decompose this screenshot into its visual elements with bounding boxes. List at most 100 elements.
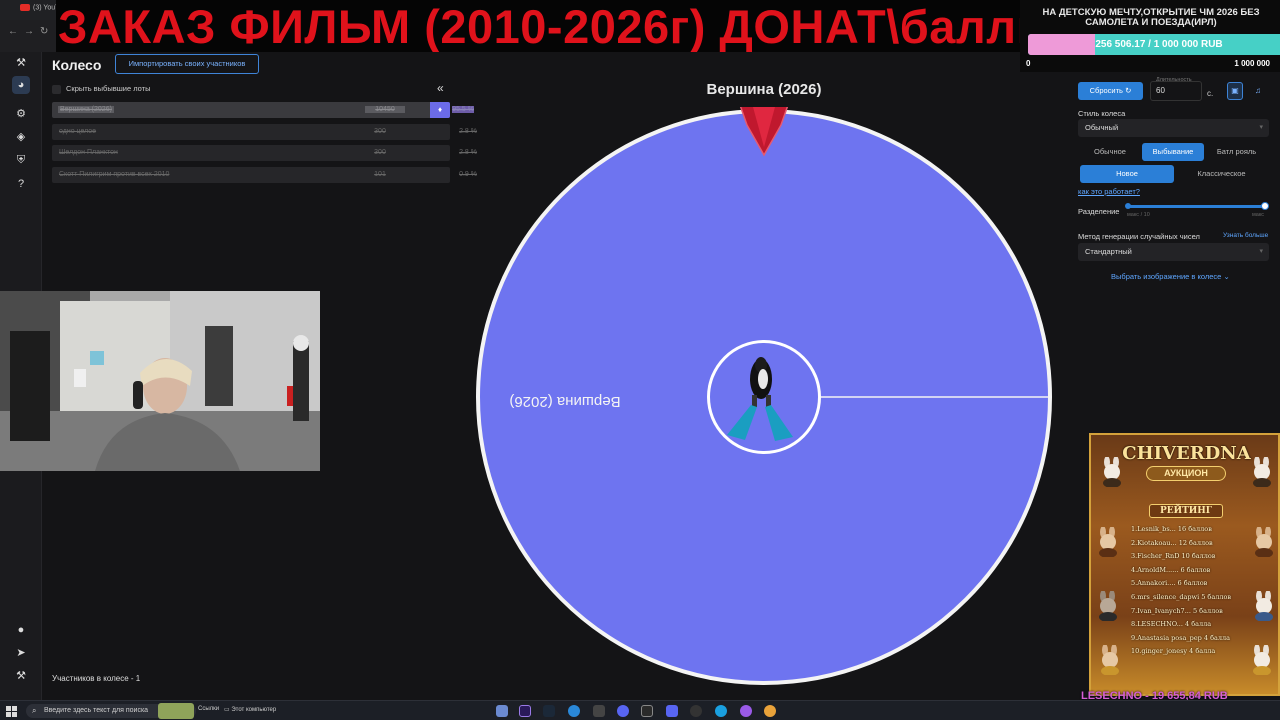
banner-rating-label: РЕЙТИНГ <box>1149 504 1223 518</box>
tab-normal[interactable]: Обычное <box>1078 143 1142 161</box>
chevron-down-icon: ▾ <box>1259 248 1263 255</box>
donation-goal: НА ДЕТСКУЮ МЕЧТУ,ОТКРЫТИЕ ЧМ 2026 БЕЗ СА… <box>1020 0 1280 72</box>
wheel-svg[interactable]: Вершина (2026) <box>475 84 1053 689</box>
lot-row[interactable]: одно целое 300 2.8 % <box>52 124 477 140</box>
bunny-icon <box>1099 527 1117 557</box>
duration-unit: с. <box>1207 89 1214 98</box>
hide-lots-checkbox[interactable] <box>52 84 61 94</box>
windows-start-icon[interactable] <box>6 705 18 717</box>
premiere-icon[interactable] <box>519 705 531 717</box>
chevron-down-icon: ⌄ <box>1223 272 1230 281</box>
mode-tabs: Обычное Выбывание Батл рояль <box>1078 143 1269 161</box>
settings-app-icon[interactable] <box>593 705 605 717</box>
reset-button[interactable]: Сбросить ↻ <box>1078 82 1143 100</box>
webcam-feed <box>0 291 320 471</box>
split-slider-track[interactable] <box>1127 205 1267 208</box>
computer-icon: ▭ <box>224 707 230 713</box>
rating-list: 1.Lesnik_bs... 16 баллов 2.Kiotakoau... … <box>1131 525 1251 661</box>
tab-battle-royale[interactable]: Батл рояль <box>1204 143 1269 161</box>
stream-icon[interactable]: ⚒ <box>12 667 30 685</box>
chrome-icon[interactable] <box>764 705 776 717</box>
rng-label: Метод генерации случайных чисел <box>1078 232 1200 241</box>
lot-action-icon[interactable]: ♦ <box>430 102 450 118</box>
choose-image-label: Выбрать изображение в колесе <box>1111 272 1222 281</box>
wheel-segment-label: Вершина (2026) <box>509 393 620 410</box>
github-icon[interactable]: ● <box>12 621 30 639</box>
telegram-icon[interactable]: ➤ <box>12 644 30 662</box>
choose-image-link[interactable]: Выбрать изображение в колесе ⌄ <box>1111 272 1230 281</box>
lot-name: одно целое <box>59 128 97 135</box>
image-icon[interactable]: ▣ <box>1227 82 1243 100</box>
lot-row[interactable]: Шелдон Планктон 300 2.8 % <box>52 145 477 161</box>
gavel-icon[interactable]: ⚒ <box>12 54 30 72</box>
reset-label: Сбросить <box>1089 86 1123 95</box>
list-item: 5.Annakori.... 6 баллов <box>1131 579 1208 588</box>
settings-icon[interactable]: ⚙ <box>12 105 30 123</box>
steam-icon[interactable] <box>543 705 555 717</box>
import-participants-button[interactable]: Импортировать своих участников <box>115 54 259 74</box>
calculator-icon[interactable] <box>496 705 508 717</box>
list-item: 8.LESECHNO... 4 балла <box>1131 620 1212 629</box>
tab-new[interactable]: Новое <box>1080 165 1174 183</box>
reload-icon[interactable]: ↻ <box>40 26 48 37</box>
help-icon[interactable]: ? <box>12 175 30 193</box>
lot-percent: 0.9 % <box>459 171 477 178</box>
browser-icon[interactable] <box>740 705 752 717</box>
webcam-image <box>0 291 320 471</box>
split-slider-min-handle[interactable] <box>1125 203 1131 209</box>
bunny-icon <box>1253 645 1271 675</box>
tab-classic[interactable]: Классическое <box>1174 165 1269 183</box>
split-slider-handle[interactable] <box>1261 202 1269 210</box>
youtube-icon <box>20 4 30 11</box>
edge-icon[interactable] <box>715 705 727 717</box>
shield-icon[interactable]: ⛨ <box>12 151 30 169</box>
lot-row[interactable]: Вершина (2026) 10450 95.5 % ♦ <box>52 102 474 118</box>
rng-select[interactable]: Стандартный ▾ <box>1078 243 1269 261</box>
telegram-app-icon[interactable] <box>568 705 580 717</box>
list-item: 4.ArnoldM...... 6 баллов <box>1131 565 1211 574</box>
wheel-style-value: Обычный <box>1085 123 1119 132</box>
lot-amount: 300 <box>374 128 386 135</box>
auction-banner: CHIVERDNA АУКЦИОН РЕЙТИНГ 1.Lesnik_bs...… <box>1089 433 1280 696</box>
wheel-style-select[interactable]: Обычный ▾ <box>1078 119 1269 137</box>
forward-icon[interactable]: → <box>24 26 34 37</box>
rng-value: Стандартный <box>1085 247 1132 256</box>
browser-toolbar: ← → ↻ <box>0 20 56 52</box>
collapse-panel-button[interactable]: « <box>437 81 444 95</box>
this-pc-label[interactable]: ▭ Этот компьютер <box>224 706 276 713</box>
lot-amount: 300 <box>374 149 386 156</box>
page-title: Колесо <box>52 57 102 73</box>
music-icon[interactable]: ♫ <box>1250 82 1266 100</box>
layers-icon[interactable]: ◈ <box>12 128 30 146</box>
how-it-works-link[interactable]: как это работает? <box>1078 187 1140 196</box>
discord-icon[interactable] <box>666 705 678 717</box>
lot-name: Вершина (2026) <box>58 106 114 113</box>
tab-elimination[interactable]: Выбывание <box>1142 143 1204 161</box>
lot-name: Шелдон Планктон <box>59 149 118 156</box>
lot-amount: 101 <box>374 171 386 178</box>
split-label: Разделение <box>1078 207 1120 216</box>
duration-input[interactable]: 60 <box>1150 81 1202 101</box>
chevron-down-icon: ▾ <box>1259 124 1263 131</box>
lot-name: Скотт Пилигрим против всех 2010 <box>59 171 170 178</box>
back-icon[interactable]: ← <box>8 26 18 37</box>
list-item: 7.Ivan_Ivanych7... 5 баллов <box>1131 606 1223 615</box>
hide-lots-toggle[interactable]: Скрыть выбывшие лоты <box>52 84 151 94</box>
stream-screen: (3) YouTu ← → ↻ ЗАКАЗ ФИЛЬМ (2010-2026г)… <box>0 0 1280 720</box>
learn-more-link[interactable]: Узнать больше <box>1223 232 1268 239</box>
split-min-label: макс / 10 <box>1127 212 1150 218</box>
wheel-icon[interactable]: ◕ <box>12 76 30 94</box>
lot-row[interactable]: Скотт Пилигрим против всех 2010 101 0.9 … <box>52 167 477 183</box>
banner-title: CHIVERDNA <box>1122 443 1251 464</box>
links-label[interactable]: Ссылки <box>198 706 219 712</box>
list-item: 1.Lesnik_bs... 16 баллов <box>1131 525 1212 533</box>
vpn-icon[interactable] <box>617 705 629 717</box>
bunny-icon <box>1101 645 1119 675</box>
github-desktop-icon[interactable] <box>690 705 702 717</box>
variant-tabs: Новое Классическое <box>1078 165 1269 183</box>
goal-progress-bar: 256 506.17 / 1 000 000 RUB <box>1028 34 1280 55</box>
winner-label: Вершина (2026) <box>706 81 822 98</box>
wheel-style-label: Стиль колеса <box>1078 109 1126 118</box>
obs-icon[interactable] <box>641 705 653 717</box>
list-item: 10.ginger_jonesy 4 балла <box>1131 647 1216 656</box>
